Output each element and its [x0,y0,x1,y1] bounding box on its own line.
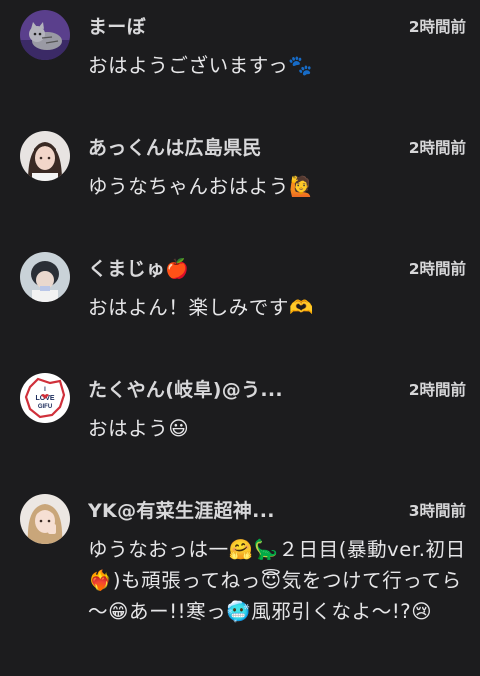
comment-text: ゆうなちゃんおはよう🙋 [88,175,314,198]
avatar-logo-text: GIFU [38,404,52,410]
username[interactable]: たくやん(岐阜)@う... [88,375,388,402]
username[interactable]: あっくんは広島県民 [88,133,388,160]
avatar[interactable] [20,252,70,302]
timestamp: 2時間前 [408,18,466,36]
username[interactable]: まーぼ [88,12,388,39]
avatar-image-person [20,252,70,302]
avatar-image-logo: I LOVE GIFU [20,373,70,423]
timestamp: 2時間前 [408,139,466,157]
comment-text: おはよん！楽しみです🫶 [88,296,314,319]
timestamp: 3時間前 [408,502,466,520]
timestamp: 2時間前 [408,260,466,278]
avatar-image-person [20,131,70,181]
comment-text: ゆうなおっは一🤗🦕２日目(暴動ver.初日❤️‍🔥)も頑張ってねっ😇気をつけて行… [88,538,466,623]
username[interactable]: くまじゅ🍎 [88,254,388,281]
avatar-image-cat [20,10,70,60]
comment-text: おはようございますっ🐾 [88,54,314,77]
comment-feed: まーぼ 2時間前 おはようございますっ🐾 あっくんは広島県民 2時間前 ゆうなち… [0,0,480,676]
avatar[interactable] [20,10,70,60]
username[interactable]: YK@有菜生涯超神... [88,496,388,523]
comment-text: おはよう😃 [88,417,190,440]
avatar[interactable] [20,494,70,544]
timestamp: 2時間前 [408,381,466,399]
avatar-image-person [20,494,70,544]
avatar[interactable] [20,131,70,181]
avatar[interactable]: I LOVE GIFU [20,373,70,423]
